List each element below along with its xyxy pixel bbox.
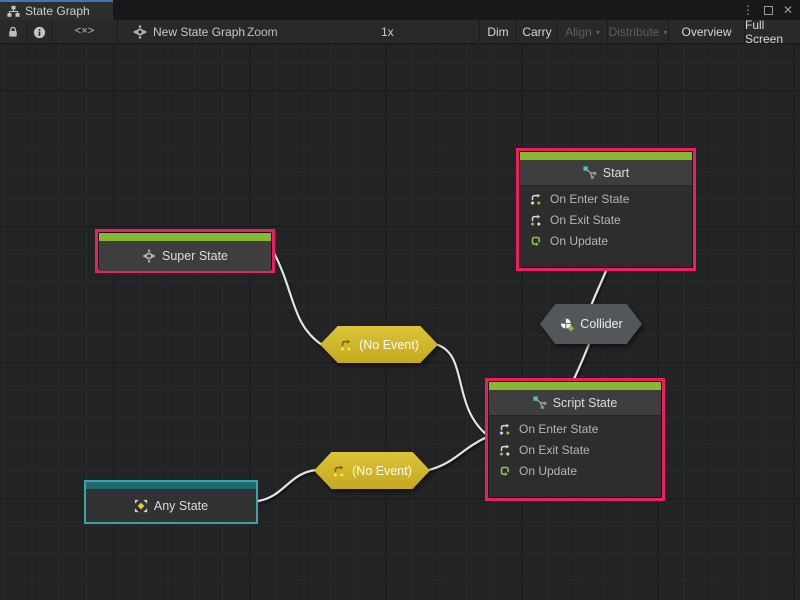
tab-state-graph[interactable]: State Graph — [0, 0, 113, 20]
update-loop-icon — [498, 464, 512, 478]
node-start[interactable]: Start On Enter State On Exit State — [516, 148, 696, 271]
tab-bar: State Graph ⋮ ✕ — [0, 0, 800, 20]
transition-label: Collider — [580, 317, 622, 331]
carry-button[interactable]: Carry — [516, 20, 557, 44]
graph-name: New State Graph — [153, 25, 245, 39]
node-title: Super State — [162, 249, 228, 263]
event-on-enter-state[interactable]: On Enter State — [498, 422, 661, 436]
flow-graph-icon — [533, 396, 547, 410]
node-collider[interactable]: Collider — [540, 304, 642, 344]
maximize-icon[interactable] — [758, 0, 778, 20]
event-on-update[interactable]: On Update — [529, 234, 692, 248]
graph-breadcrumb[interactable]: New State Graph — [133, 20, 245, 44]
transition-label: (No Event) — [359, 338, 419, 352]
toolbar: <×> New State Graph Zoom 1x Dim Carry Al… — [0, 20, 800, 44]
event-on-enter-state[interactable]: On Enter State — [529, 192, 692, 206]
menu-icon[interactable]: ⋮ — [738, 0, 758, 20]
flow-graph-icon — [583, 166, 597, 180]
event-on-update[interactable]: On Update — [498, 464, 661, 478]
state-graph-window: State Graph ⋮ ✕ <×> New — [0, 0, 800, 600]
state-color-bar — [520, 152, 692, 160]
collider-icon — [559, 317, 574, 332]
tab-title: State Graph — [25, 4, 90, 18]
window-controls: ⋮ ✕ — [738, 0, 798, 20]
node-title: Start — [603, 166, 629, 180]
info-icon — [33, 26, 46, 39]
transition-enter-icon — [529, 192, 543, 206]
state-graph-icon — [133, 25, 147, 39]
transition-enter-icon — [498, 422, 512, 436]
event-on-exit-state[interactable]: On Exit State — [529, 213, 692, 227]
transition-icon — [339, 338, 353, 352]
node-script-state[interactable]: Script State On Enter State On Exit Stat… — [485, 378, 665, 501]
transition-label: (No Event) — [352, 464, 412, 478]
full-screen-button[interactable]: Full Screen — [744, 20, 800, 44]
node-any-state[interactable]: Any State — [84, 480, 258, 524]
chevron-down-icon: ▾ — [663, 28, 667, 37]
align-button: Align ▾ — [557, 20, 607, 44]
any-state-icon — [134, 499, 148, 513]
overview-button[interactable]: Overview — [668, 20, 744, 44]
any-state-color-bar — [86, 482, 256, 489]
code-view-button[interactable]: <×> — [52, 20, 117, 44]
event-on-exit-state[interactable]: On Exit State — [498, 443, 661, 457]
node-title: Any State — [154, 499, 208, 513]
code-icon: <×> — [75, 26, 95, 38]
zoom-value: 1x — [381, 20, 394, 44]
transition-icon — [332, 464, 346, 478]
node-super-state[interactable]: Super State — [95, 229, 275, 273]
node-title: Script State — [553, 396, 618, 410]
close-icon[interactable]: ✕ — [778, 0, 798, 20]
transition-exit-icon — [529, 213, 543, 227]
state-color-bar — [99, 233, 271, 241]
transition-exit-icon — [498, 443, 512, 457]
graph-hierarchy-icon — [7, 5, 20, 18]
transition-no-event-2[interactable]: (No Event) — [314, 452, 430, 489]
state-color-bar — [489, 382, 661, 390]
lock-icon — [7, 26, 19, 38]
lock-button[interactable] — [0, 20, 26, 44]
dim-button[interactable]: Dim — [479, 20, 516, 44]
update-loop-icon — [529, 234, 543, 248]
zoom-label: Zoom — [247, 20, 278, 44]
super-state-icon — [142, 249, 156, 263]
inspect-button[interactable] — [26, 20, 52, 44]
distribute-button: Distribute ▾ — [607, 20, 668, 44]
transition-no-event-1[interactable]: (No Event) — [320, 326, 438, 363]
chevron-down-icon: ▾ — [596, 28, 600, 37]
